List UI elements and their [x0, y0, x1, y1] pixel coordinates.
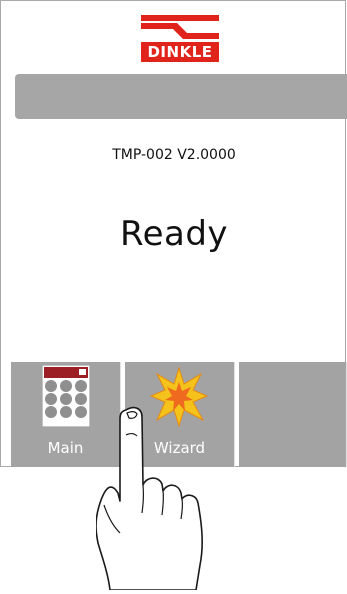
device-state: Ready: [119, 214, 229, 254]
empty-button[interactable]: [239, 362, 347, 467]
status-bar: [15, 74, 347, 119]
keypad-icon: [41, 364, 91, 428]
device-screen: DINKLE TMP-002 V2.0000 Ready Main Wizard: [0, 0, 347, 467]
model-version: TMP-002 V2.0000: [112, 147, 236, 163]
logo-wordmark: DINKLE: [147, 43, 213, 61]
dinkle-logo: DINKLE: [141, 15, 219, 63]
pointing-hand-icon: [95, 405, 208, 591]
